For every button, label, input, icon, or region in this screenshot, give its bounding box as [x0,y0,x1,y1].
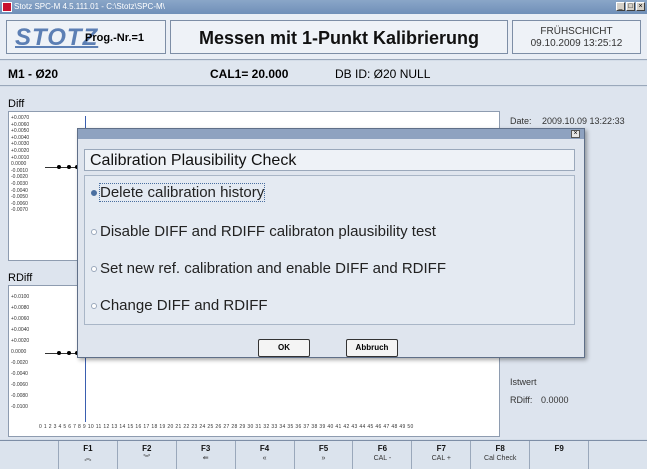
rdiff-y-axis: +0.0100 +0.0080 +0.0060 +0.0040 +0.0020 0.000… [11,294,30,410]
radio-icon[interactable] [91,228,97,235]
dialog-heading: Calibration Plausibility Check [90,152,297,169]
close-icon[interactable]: × [636,2,645,11]
istwert-label: Istwert [510,377,537,387]
shift-label: FRÜHSCHICHT [540,26,613,37]
logo-box: STOTZ Prog.-Nr.=1 [6,20,166,54]
function-key-bar: F1 ︽ F2 ︾ F3 ⇚ F4 « F5» F6 CAL - F7 CAL + F8 Ca… [0,440,647,469]
app-icon [2,2,12,12]
radio-icon[interactable] [91,265,97,272]
dialog-close-icon[interactable]: × [571,130,580,138]
back-icon: ⇚ [202,455,209,462]
window-titlebar: Stotz SPC-M 4.5.111.01 - C:\Stotz\SPC-M\… [0,0,647,14]
shift-box: FRÜHSCHICHT 09.10.2009 13:25:12 [512,20,641,54]
minimize-icon[interactable]: _ [616,2,625,11]
option-label: Set new ref. calibration and enable DIFF… [100,260,446,277]
f6-button[interactable]: F6 CAL - [353,441,413,469]
f3-button[interactable]: F3 ⇚ [177,441,236,469]
scroll-down-icon: ︾ [143,455,151,462]
diff-chart-label: Diff [8,98,25,110]
app-header: STOTZ Prog.-Nr.=1 Messen mit 1-Punkt Kal… [0,14,647,60]
calibration-dialog: × Calibration Plausibility Check Delete … [77,128,585,358]
cancel-button[interactable]: Abbruch [346,339,398,357]
diff-point [67,165,71,169]
f1-button[interactable]: F1 ︽ [59,441,118,469]
radio-selected-icon[interactable] [91,189,97,196]
window-controls: _ □ × [616,2,645,11]
calibration-value: CAL1= 20.000 [210,67,289,81]
f9-button[interactable]: F9 [530,441,590,469]
measure-label: M1 - Ø20 [8,67,59,81]
page-title: Messen mit 1-Punkt Kalibrierung [198,28,480,48]
header-datetime: 09.10.2009 13:25:12 [530,38,623,49]
fkey-blank-left [0,441,59,469]
f2-button[interactable]: F2 ︾ [118,441,177,469]
program-number: Prog.-Nr.=1 [85,32,144,44]
db-id: DB ID: Ø20 NULL [335,67,431,81]
diff-point [57,165,61,169]
option-label: Change DIFF and RDIFF [100,297,268,314]
rdiff-point [67,351,71,355]
dialog-titlebar: × [78,129,584,139]
dialog-heading-box: Calibration Plausibility Check [84,149,575,171]
f8-button[interactable]: F8 Cal Check [471,441,531,469]
options-group: Delete calibration history Disable DIFF … [84,175,575,325]
f4-button[interactable]: F4 « [236,441,295,469]
date-label: Date: [510,116,532,126]
rdiff-x-axis: 0 1 2 3 4 5 6 7 8 9 10 11 12 13 14 15 16… [39,424,414,430]
next-icon: » [321,455,326,462]
rdiff-label: RDiff: [510,395,533,405]
maximize-icon[interactable]: □ [626,2,635,11]
info-row: M1 - Ø20 CAL1= 20.000 DB ID: Ø20 NULL [0,61,647,86]
rdiff-value: 0.0000 [541,395,569,405]
prev-icon: « [262,455,267,462]
diff-y-axis: +0.0070 +0.0060 +0.0050 +0.0040 +0.0030 +0.00… [11,115,30,214]
option-change-diff[interactable]: Change DIFF and RDIFF [91,297,268,314]
rdiff-chart-label: RDiff [8,272,33,284]
radio-icon[interactable] [91,302,97,309]
window-title: Stotz SPC-M 4.5.111.01 - C:\Stotz\SPC-M\ [14,2,165,11]
option-set-new-ref[interactable]: Set new ref. calibration and enable DIFF… [91,260,446,277]
option-label: Disable DIFF and RDIFF calibraton plausi… [100,223,436,240]
f7-button[interactable]: F7 CAL + [412,441,472,469]
f5-button[interactable]: F5» [295,441,354,469]
scroll-up-icon: ︽ [84,455,92,462]
option-disable-diff[interactable]: Disable DIFF and RDIFF calibraton plausi… [91,223,436,240]
option-label: Delete calibration history [98,183,266,202]
ok-button[interactable]: OK [258,339,310,357]
page-title-box: Messen mit 1-Punkt Kalibrierung [170,20,508,54]
date-value: 2009.10.09 13:22:33 [542,116,625,126]
option-delete-history[interactable]: Delete calibration history [91,183,266,202]
rdiff-point [57,351,61,355]
fkey-blank-right [589,441,647,469]
